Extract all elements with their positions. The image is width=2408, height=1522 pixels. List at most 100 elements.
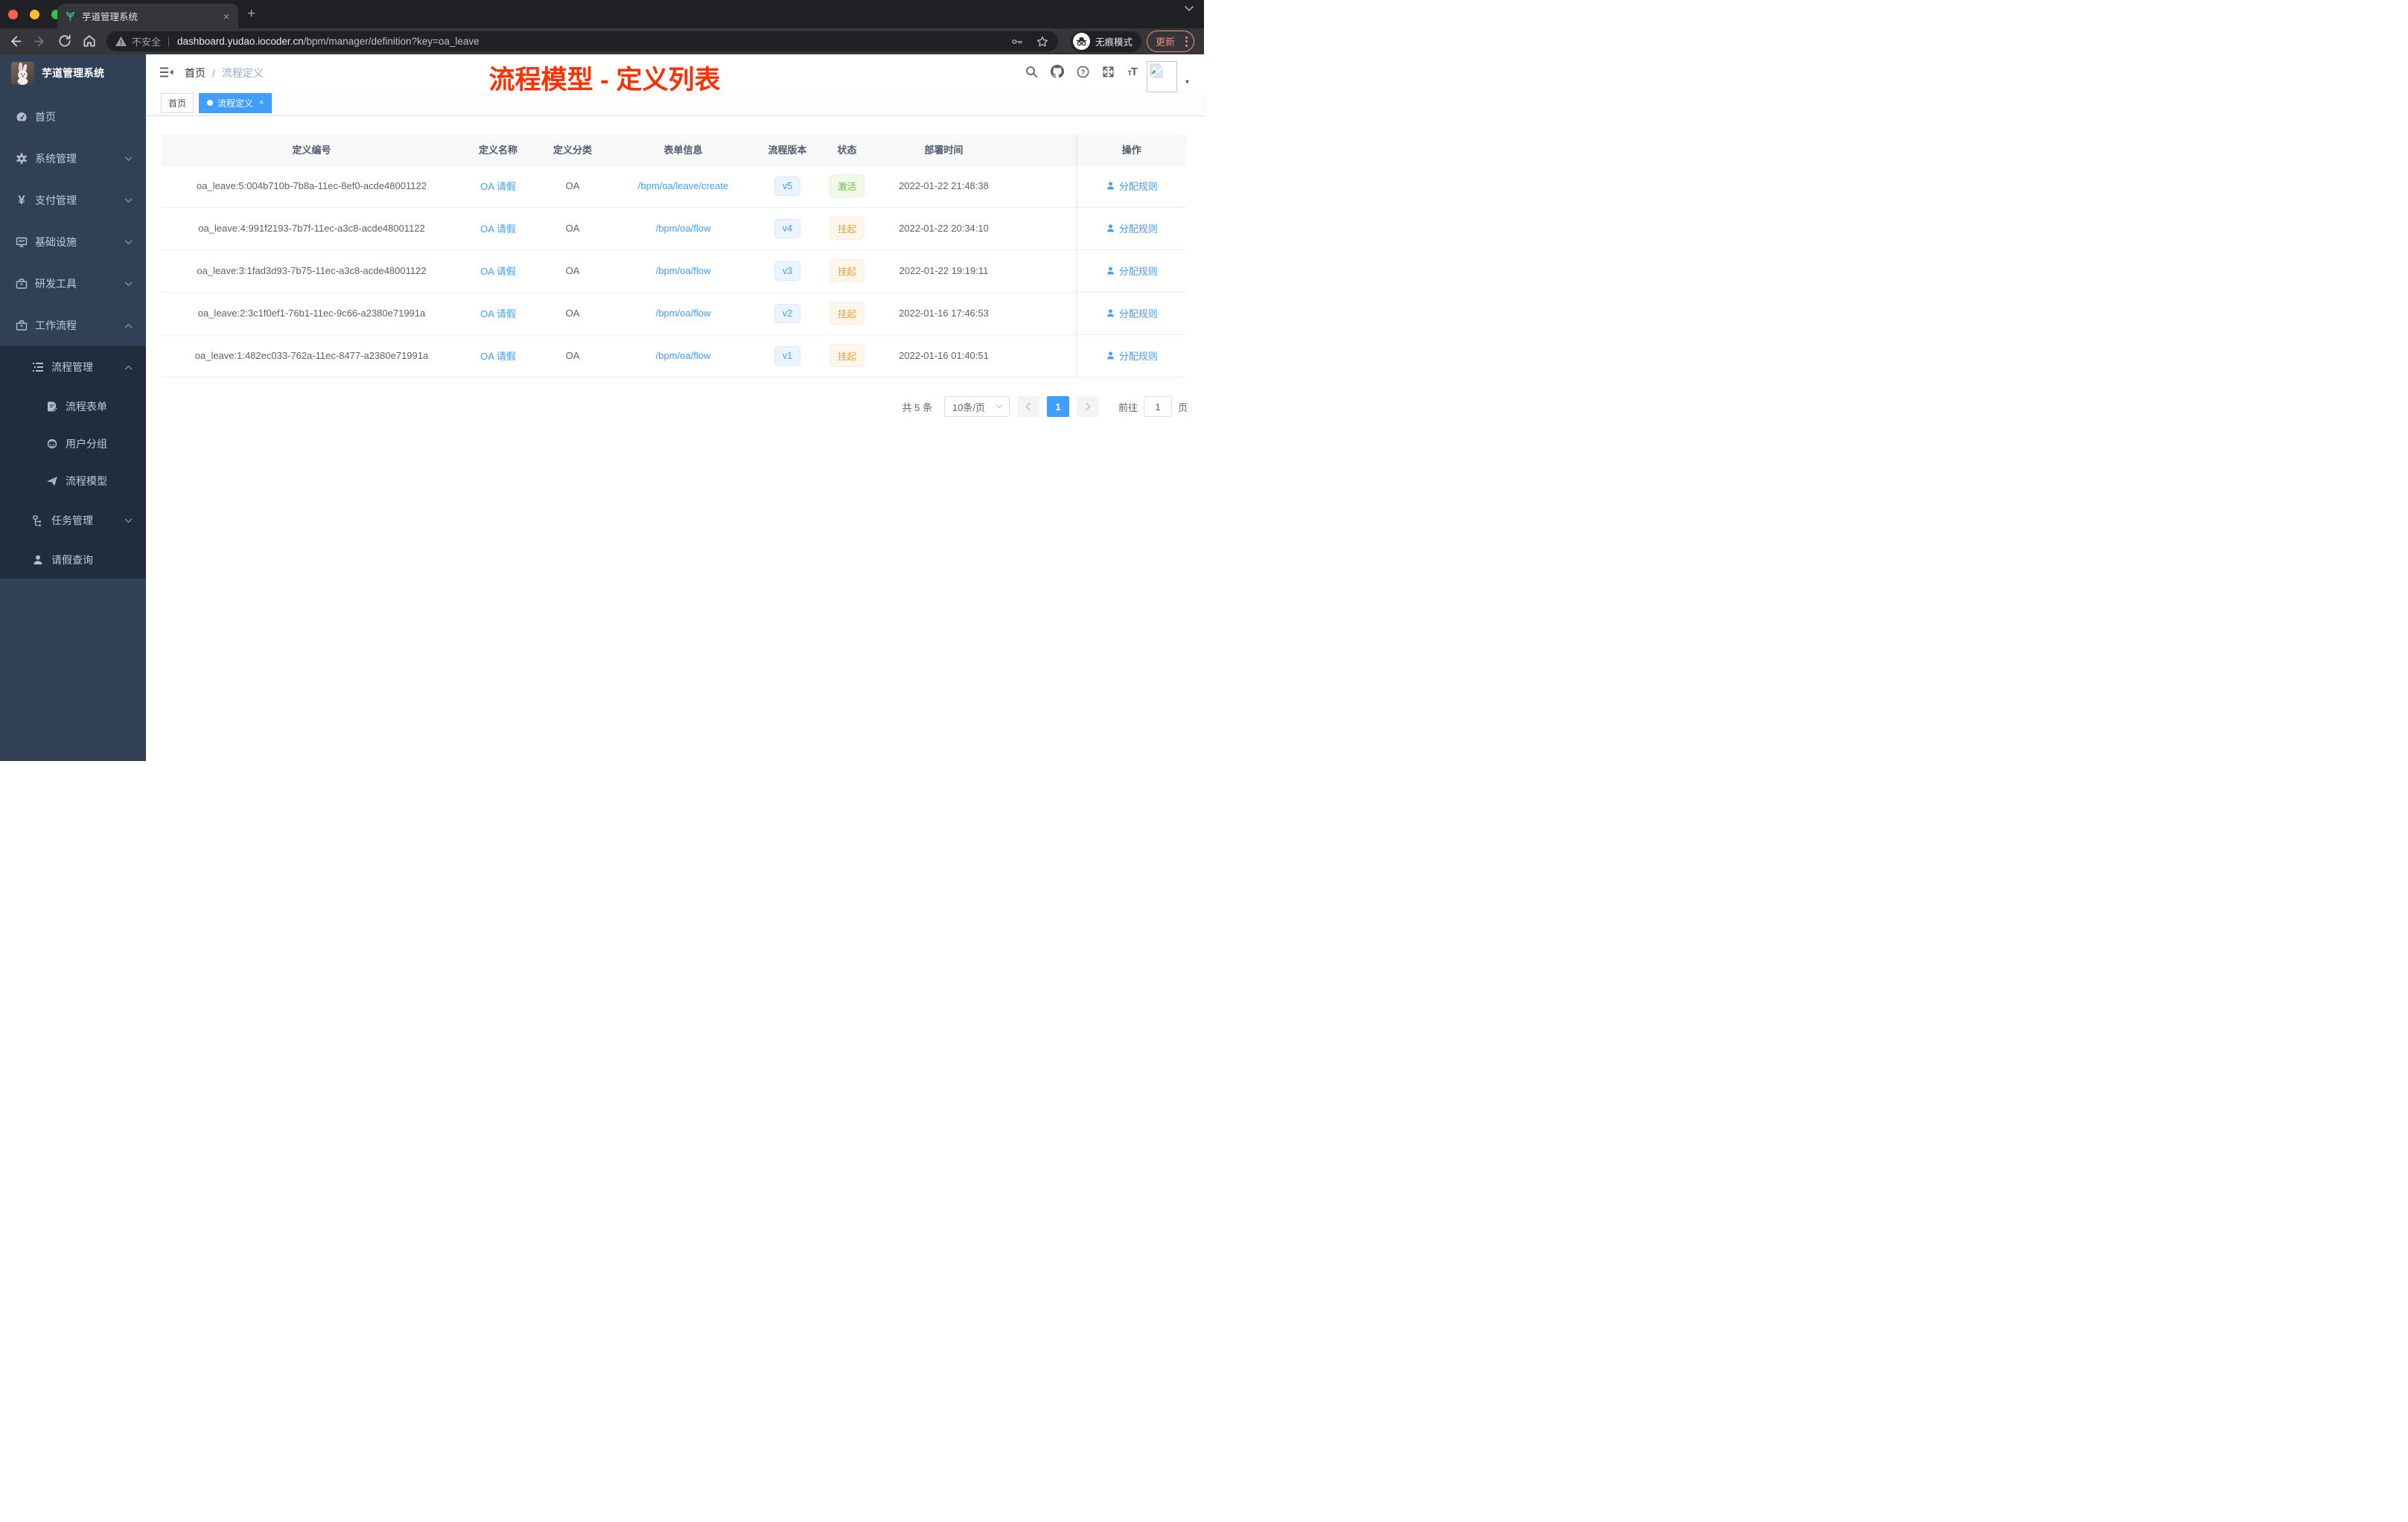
- version-chip[interactable]: v4: [774, 218, 801, 238]
- form-link[interactable]: /bpm/oa/flow: [656, 223, 711, 234]
- tag-close-icon[interactable]: ×: [259, 98, 264, 107]
- logo-row[interactable]: 芋道管理系统: [0, 54, 146, 92]
- assign-rule-button[interactable]: 分配规则: [1106, 264, 1158, 278]
- bookmark-star-icon[interactable]: [1036, 35, 1049, 48]
- pagination-total: 共 5 条: [902, 401, 932, 413]
- briefcase-icon: [16, 319, 28, 331]
- cell-category: OA: [535, 207, 611, 250]
- browser-menu-icon[interactable]: [1185, 36, 1188, 47]
- minimize-window-button[interactable]: [30, 10, 39, 19]
- sidebar-item-label: 首页: [35, 111, 56, 123]
- sidebar-item-process-form[interactable]: 流程表单: [0, 388, 146, 425]
- version-chip[interactable]: v3: [774, 261, 801, 281]
- svg-text:?: ?: [1081, 68, 1086, 76]
- new-tab-button[interactable]: +: [247, 6, 255, 22]
- col-header-filler: [1013, 134, 1077, 165]
- page-size-select[interactable]: 10条/页: [943, 396, 1010, 417]
- assign-rule-button[interactable]: 分配规则: [1106, 306, 1158, 320]
- close-window-button[interactable]: [8, 10, 18, 19]
- version-chip[interactable]: v1: [774, 346, 801, 366]
- assign-rule-button[interactable]: 分配规则: [1106, 221, 1158, 235]
- chevron-down-icon: [124, 281, 133, 287]
- font-size-icon[interactable]: тT: [1127, 66, 1138, 78]
- assign-rule-button[interactable]: 分配规则: [1106, 348, 1158, 363]
- search-icon[interactable]: [1025, 66, 1038, 78]
- goto-page-input[interactable]: [1143, 396, 1172, 417]
- chevron-up-icon: [124, 323, 133, 328]
- sidebar-item-process-mgmt[interactable]: 流程管理: [0, 346, 146, 388]
- back-icon[interactable]: [7, 34, 23, 49]
- forward-icon[interactable]: [32, 34, 48, 49]
- update-label[interactable]: 更新: [1156, 34, 1175, 48]
- page-number-button[interactable]: 1: [1046, 396, 1069, 417]
- github-icon[interactable]: [1051, 65, 1065, 78]
- home-icon[interactable]: [82, 34, 97, 48]
- reload-icon[interactable]: [57, 34, 72, 48]
- sidebar-item-workflow[interactable]: 工作流程: [0, 305, 146, 346]
- chevron-down-icon: [124, 239, 133, 245]
- form-link[interactable]: /bpm/oa/flow: [656, 350, 711, 361]
- sidebar-fold-icon[interactable]: [160, 66, 173, 79]
- sidebar-item-label: 系统管理: [35, 153, 77, 165]
- breadcrumb-home[interactable]: 首页: [185, 66, 206, 80]
- form-link[interactable]: /bpm/oa/flow: [656, 308, 711, 319]
- sidebar-item-process-model[interactable]: 流程模型: [0, 462, 146, 500]
- sidebar-item-task-mgmt[interactable]: 任务管理: [0, 500, 146, 541]
- col-header-name: 定义名称: [462, 134, 535, 165]
- action-label: 分配规则: [1118, 351, 1158, 362]
- browser-update-button[interactable]: 更新: [1147, 31, 1194, 52]
- form-link[interactable]: /bpm/oa/leave/create: [638, 180, 728, 191]
- cell-id: oa_leave:4:991f2193-7b7f-11ec-a3c8-acde4…: [162, 207, 462, 250]
- help-icon[interactable]: ?: [1077, 66, 1089, 78]
- form-link[interactable]: /bpm/oa/flow: [656, 265, 711, 276]
- table-row: oa_leave:1:482ec033-762a-11ec-8477-a2380…: [162, 334, 1186, 378]
- url-bar[interactable]: 不安全 dashboard.yudao.iocoder.cn/bpm/manag…: [106, 31, 1058, 51]
- status-badge: 挂起: [829, 344, 864, 367]
- tag-tab-process-definition[interactable]: 流程定义 ×: [199, 92, 273, 113]
- version-chip[interactable]: v2: [774, 303, 801, 323]
- security-label[interactable]: 不安全: [132, 34, 161, 48]
- url-domain[interactable]: dashboard.yudao.iocoder.cn: [177, 36, 304, 47]
- prev-page-button[interactable]: [1016, 396, 1039, 417]
- avatar-caret-icon[interactable]: ▾: [1185, 78, 1189, 86]
- action-label: 分配规则: [1118, 181, 1158, 192]
- sidebar-item-label: 工作流程: [35, 319, 77, 331]
- key-icon[interactable]: [1010, 35, 1024, 48]
- browser-toolbar: 不安全 dashboard.yudao.iocoder.cn/bpm/manag…: [0, 28, 1204, 54]
- sidebar-item-home[interactable]: 首页: [0, 96, 146, 138]
- definition-name-link[interactable]: OA 请假: [480, 351, 516, 362]
- sidebar-item-devtools[interactable]: 研发工具: [0, 263, 146, 305]
- next-page-button[interactable]: [1076, 396, 1099, 417]
- cell-id: oa_leave:5:004b710b-7b8a-11ec-8ef0-acde4…: [162, 165, 462, 208]
- definition-name-link[interactable]: OA 请假: [480, 223, 516, 235]
- col-header-category: 定义分类: [535, 134, 611, 165]
- avatar[interactable]: [1147, 61, 1177, 92]
- action-label: 分配规则: [1118, 223, 1158, 235]
- url-path[interactable]: /bpm/manager/definition?key=oa_leave: [304, 36, 480, 47]
- chevron-down-icon: [124, 197, 133, 203]
- sidebar-item-leave-query[interactable]: 请假查询: [0, 541, 146, 579]
- assign-rule-button[interactable]: 分配规则: [1106, 179, 1158, 193]
- browser-tab[interactable]: 芋道管理系统 ×: [57, 4, 238, 28]
- sidebar-item-infrastructure[interactable]: 基础设施: [0, 221, 146, 263]
- action-label: 分配规则: [1118, 266, 1158, 277]
- tag-tab-home[interactable]: 首页: [161, 92, 194, 113]
- sidebar-item-payment[interactable]: ¥ 支付管理: [0, 179, 146, 221]
- definition-name-link[interactable]: OA 请假: [480, 181, 516, 192]
- sidebar-item-label: 流程模型: [66, 475, 107, 487]
- gear-icon: [16, 153, 28, 165]
- col-header-actions: 操作: [1076, 134, 1186, 165]
- window-controls[interactable]: [8, 10, 61, 19]
- definition-name-link[interactable]: OA 请假: [480, 308, 516, 319]
- chevron-up-icon: [124, 365, 133, 370]
- tab-search-chevron-icon[interactable]: [1185, 6, 1194, 12]
- version-chip[interactable]: v5: [774, 176, 801, 196]
- col-header-status: 状态: [819, 134, 875, 165]
- page-unit-label: 页: [1177, 401, 1188, 413]
- sidebar-item-user-group[interactable]: 用户分组: [0, 425, 146, 462]
- logo-avatar: [11, 61, 34, 85]
- fullscreen-icon[interactable]: [1102, 66, 1115, 78]
- definition-name-link[interactable]: OA 请假: [480, 266, 516, 277]
- sidebar-item-system[interactable]: 系统管理: [0, 138, 146, 179]
- tab-close-icon[interactable]: ×: [222, 10, 231, 22]
